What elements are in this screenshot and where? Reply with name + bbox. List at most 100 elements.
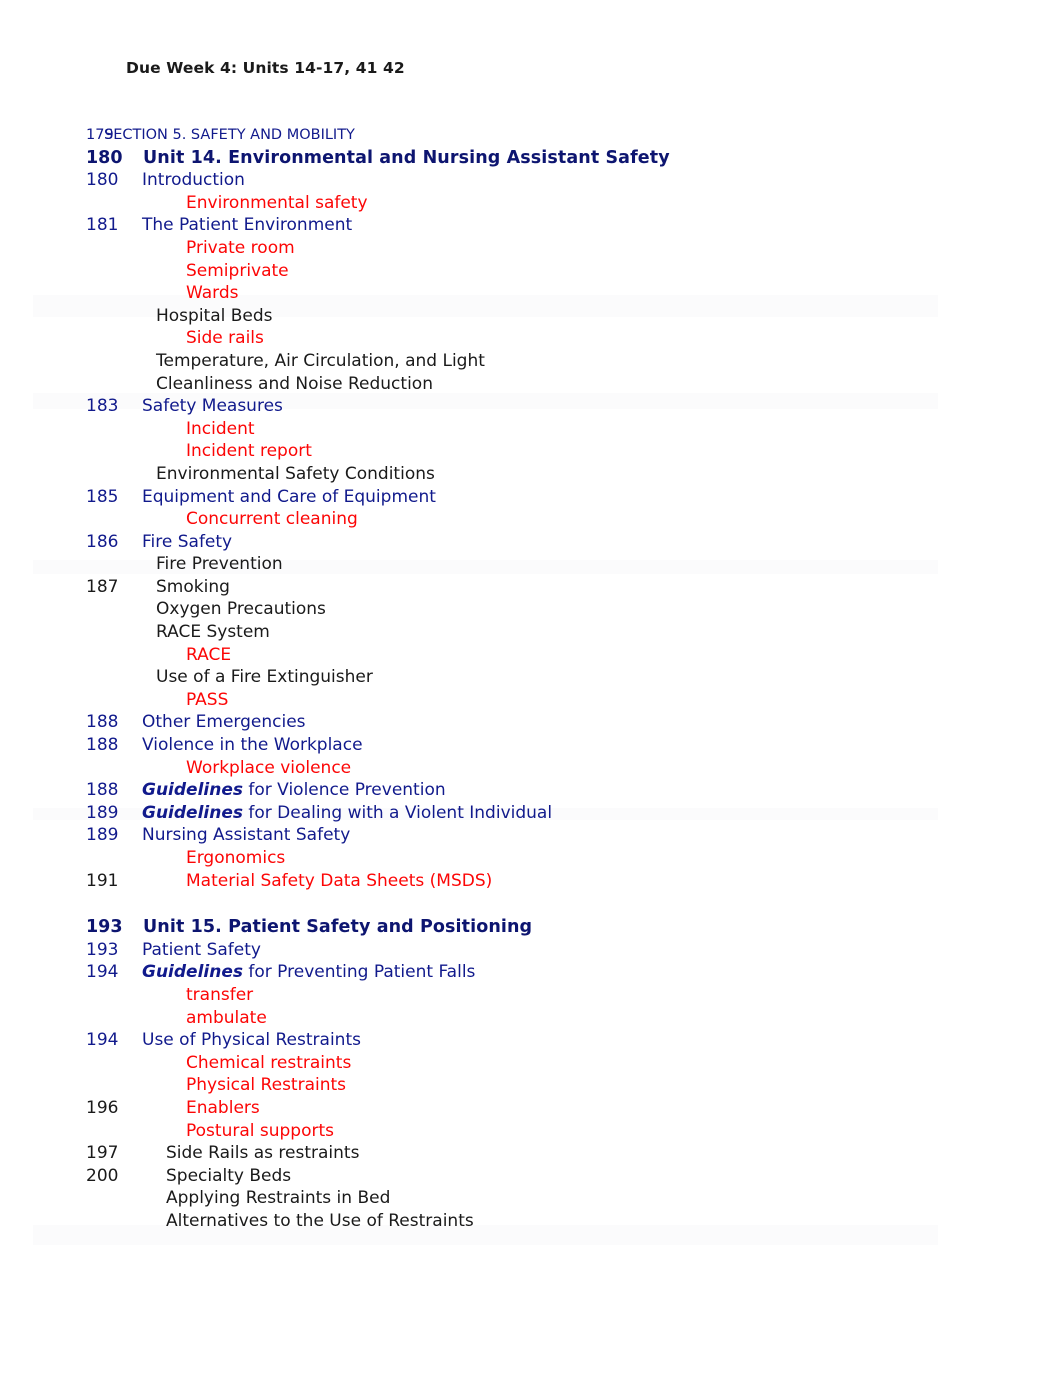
toc-page-number: 188	[86, 735, 119, 756]
toc-row: Incident	[0, 418, 1062, 441]
guidelines-keyword: Guidelines	[142, 962, 243, 983]
table-of-contents: 179 SECTION 5. SAFETY AND MOBILITY 180 Unit…	[0, 124, 1062, 1233]
toc-entry-label: transfer	[186, 984, 254, 1005]
toc-page-number: 196	[86, 1097, 119, 1118]
toc-row: 189 Guidelines for Dealing with a Violent…	[0, 802, 1062, 825]
toc-row: 193 Patient Safety	[0, 939, 1062, 962]
toc-entry-label: Side Rails as restraints	[166, 1143, 360, 1164]
toc-row: Postural supports	[0, 1120, 1062, 1143]
toc-row: 189 Nursing Assistant Safety	[0, 824, 1062, 847]
toc-row: Environmental safety	[0, 192, 1062, 215]
toc-page-number: 189	[86, 825, 119, 846]
toc-row: Private room	[0, 237, 1062, 260]
toc-row: 194 Use of Physical Restraints	[0, 1029, 1062, 1052]
document-page: Due Week 4: Units 14-17, 41 42 179 SECTIO…	[0, 0, 1062, 1377]
toc-entry-label: ambulate	[186, 1007, 267, 1028]
toc-entry-label: Concurrent cleaning	[186, 509, 358, 530]
toc-entry-label: Semiprivate	[186, 260, 289, 281]
toc-row: Wards	[0, 282, 1062, 305]
toc-entry-label: PASS	[186, 689, 229, 710]
toc-row: 196 Enablers	[0, 1097, 1062, 1120]
toc-row: 191 Material Safety Data Sheets (MSDS)	[0, 870, 1062, 893]
toc-entry-label: Introduction	[142, 170, 245, 191]
toc-row: Ergonomics	[0, 847, 1062, 870]
toc-row: Fire Prevention	[0, 553, 1062, 576]
toc-entry-label: RACE System	[156, 622, 270, 643]
guidelines-keyword: Guidelines	[142, 780, 243, 801]
toc-row: ambulate	[0, 1007, 1062, 1030]
toc-row: transfer	[0, 984, 1062, 1007]
toc-row: Semiprivate	[0, 260, 1062, 283]
toc-row: 188 Violence in the Workplace	[0, 734, 1062, 757]
toc-row: 187 Smoking	[0, 576, 1062, 599]
toc-row: 188 Guidelines for Violence Prevention	[0, 779, 1062, 802]
toc-row: Incident report	[0, 440, 1062, 463]
toc-entry-label: Other Emergencies	[142, 712, 306, 733]
guidelines-suffix: for Preventing Patient Falls	[243, 962, 476, 983]
toc-page-number: 188	[86, 780, 119, 801]
toc-row: Environmental Safety Conditions	[0, 463, 1062, 486]
toc-row: Oxygen Precautions	[0, 598, 1062, 621]
toc-row: RACE System	[0, 621, 1062, 644]
toc-page-number: 189	[86, 802, 119, 823]
toc-entry-label: SECTION 5. SAFETY AND MOBILITY	[104, 127, 355, 143]
toc-page-number: 181	[86, 215, 119, 236]
toc-row: 185 Equipment and Care of Equipment	[0, 486, 1062, 509]
toc-entry-label: Postural supports	[186, 1120, 335, 1141]
toc-row: Chemical restraints	[0, 1052, 1062, 1075]
guidelines-keyword: Guidelines	[142, 802, 243, 823]
toc-entry-label: Unit 14. Environmental and Nursing Assis…	[143, 147, 670, 168]
toc-entry-label: Cleanliness and Noise Reduction	[156, 373, 433, 394]
toc-row: RACE	[0, 644, 1062, 667]
assignment-header: Due Week 4: Units 14-17, 41 42	[126, 59, 405, 77]
toc-page-number: 180	[86, 147, 123, 168]
toc-page-number: 194	[86, 1030, 119, 1051]
toc-entry-label: RACE	[186, 644, 232, 665]
toc-row: Side rails	[0, 327, 1062, 350]
toc-entry-label: Oxygen Precautions	[156, 599, 326, 620]
toc-page-number: 180	[86, 170, 119, 191]
toc-entry-label: Guidelines for Violence Prevention	[142, 779, 446, 802]
toc-entry-label: Chemical restraints	[186, 1052, 352, 1073]
toc-entry-label: Wards	[186, 283, 239, 304]
guidelines-suffix: for Violence Prevention	[243, 780, 446, 801]
toc-entry-label: Specialty Beds	[166, 1165, 292, 1186]
toc-row: Workplace violence	[0, 757, 1062, 780]
toc-entry-label: Applying Restraints in Bed	[166, 1188, 391, 1209]
toc-page-number: 187	[86, 576, 119, 597]
toc-row: 200 Specialty Beds	[0, 1165, 1062, 1188]
toc-row: 194 Guidelines for Preventing Patient Fal…	[0, 961, 1062, 984]
toc-page-number: 186	[86, 531, 119, 552]
toc-page-number: 193	[86, 917, 123, 938]
toc-entry-label: Private room	[186, 237, 295, 258]
toc-entry-label: Material Safety Data Sheets (MSDS)	[186, 870, 493, 891]
toc-entry-label: Equipment and Care of Equipment	[142, 486, 436, 507]
toc-page-number: 197	[86, 1143, 119, 1164]
toc-entry-label: Alternatives to the Use of Restraints	[166, 1210, 474, 1231]
toc-page-number: 194	[86, 962, 119, 983]
toc-row: 188 Other Emergencies	[0, 711, 1062, 734]
toc-entry-label: Side rails	[186, 328, 264, 349]
toc-entry-label: Patient Safety	[142, 939, 261, 960]
toc-row: Physical Restraints	[0, 1074, 1062, 1097]
toc-row: Cleanliness and Noise Reduction	[0, 373, 1062, 396]
toc-row: PASS	[0, 689, 1062, 712]
toc-entry-label: Smoking	[156, 576, 230, 597]
toc-entry-label: Violence in the Workplace	[142, 735, 363, 756]
toc-entry-label: Guidelines for Dealing with a Violent In…	[142, 802, 552, 825]
toc-entry-label: Fire Safety	[142, 531, 233, 552]
toc-entry-label: Incident	[186, 418, 255, 439]
toc-row: 181 The Patient Environment	[0, 214, 1062, 237]
guidelines-suffix: for Dealing with a Violent Individual	[243, 802, 553, 823]
toc-row: 180 Introduction	[0, 169, 1062, 192]
toc-entry-label: Environmental Safety Conditions	[156, 463, 435, 484]
toc-entry-label: Use of Physical Restraints	[142, 1030, 361, 1051]
toc-entry-label: Use of a Fire Extinguisher	[156, 667, 373, 688]
toc-entry-label: Nursing Assistant Safety	[142, 825, 351, 846]
toc-row: Concurrent cleaning	[0, 508, 1062, 531]
toc-entry-label: Safety Measures	[142, 396, 283, 417]
toc-entry-label: Ergonomics	[186, 848, 286, 868]
toc-row: 186 Fire Safety	[0, 531, 1062, 554]
toc-page-number: 191	[86, 870, 119, 891]
toc-spacer	[0, 892, 1062, 916]
